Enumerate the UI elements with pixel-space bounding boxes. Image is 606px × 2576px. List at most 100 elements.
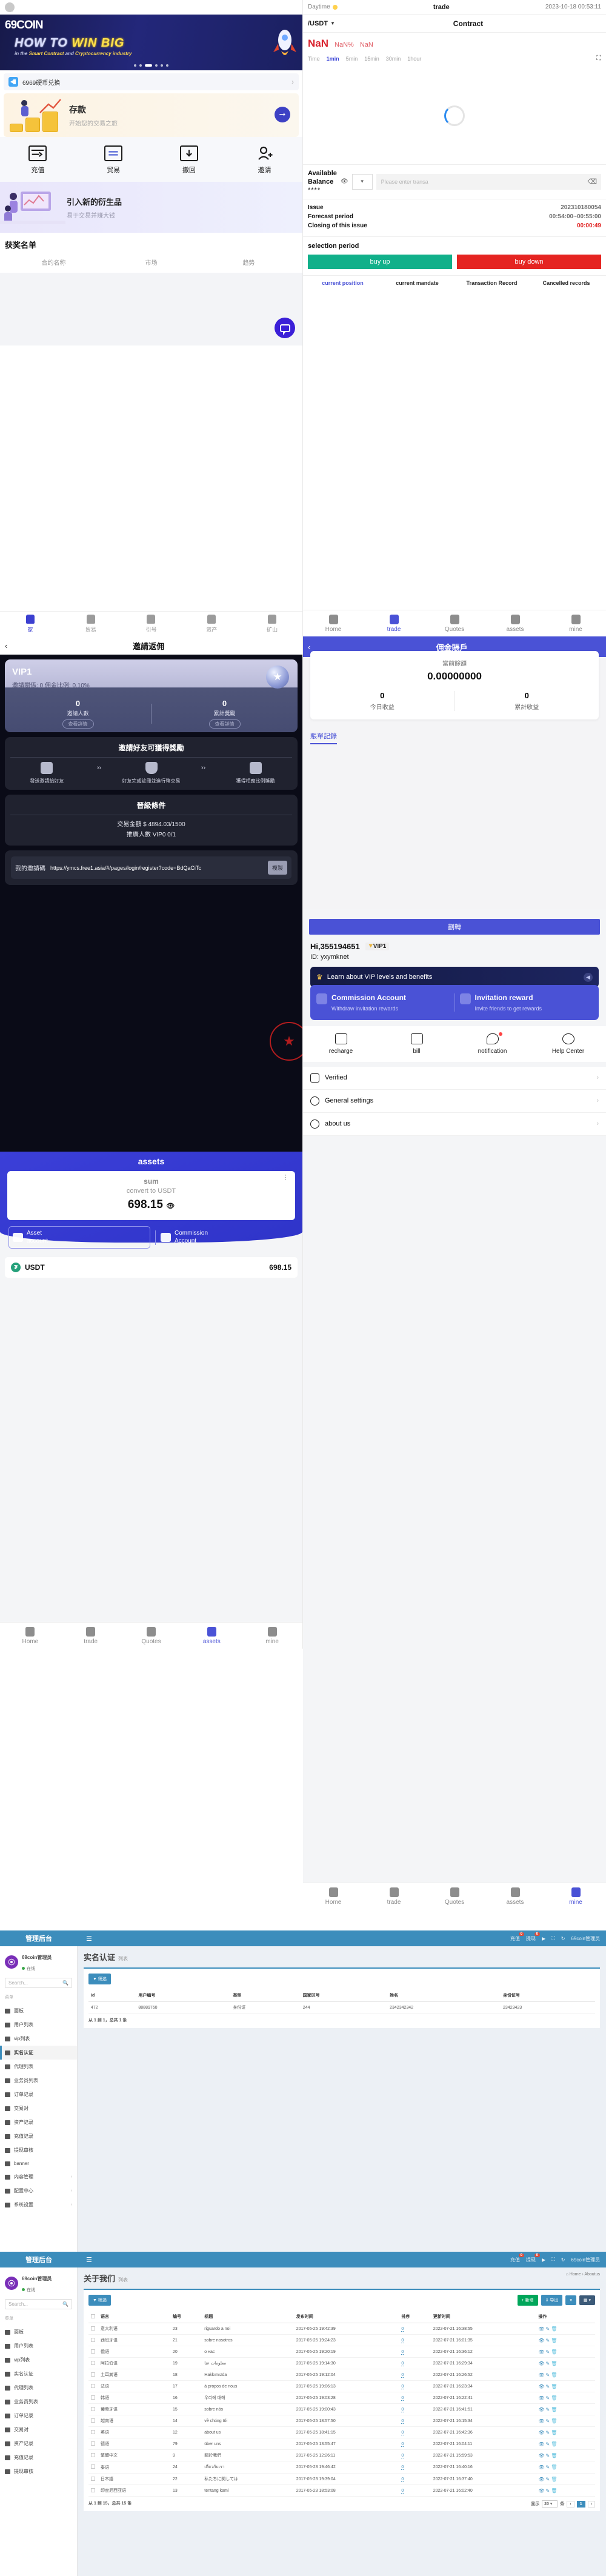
sun-icon[interactable]	[332, 4, 338, 10]
chevron-down-icon[interactable]: ▼	[330, 21, 335, 26]
edit-icon[interactable]: ✎	[546, 2338, 551, 2343]
admin-account[interactable]: 69coin管理员	[571, 1935, 600, 1942]
delete-icon[interactable]: 🗑	[551, 2430, 558, 2435]
fullscreen-icon[interactable]: ⛶	[551, 1935, 555, 1941]
sidebar-item-orders[interactable]: 订单记录	[0, 2087, 77, 2101]
pair-symbol[interactable]: /USDT	[308, 20, 328, 27]
view-icon[interactable]: 👁	[538, 2407, 545, 2412]
edit-icon[interactable]: ✎	[546, 2395, 551, 2401]
play-icon[interactable]: ▶	[542, 1936, 545, 1941]
buy-up-button[interactable]: buy up	[308, 254, 452, 269]
edit-icon[interactable]: ✎	[546, 2430, 551, 2435]
menu-toggle-icon[interactable]: ☰	[78, 1935, 101, 1943]
table-row[interactable]: 意大利语 23 riguardo a noi 2017-05-25 19:42:39 0…	[88, 2323, 595, 2335]
view-icon[interactable]: 👁	[538, 2453, 545, 2458]
quick-help-center[interactable]: Help Center	[530, 1033, 606, 1055]
nav-trade[interactable]: trade	[364, 1883, 424, 1909]
view-icon[interactable]: 👁	[538, 2464, 545, 2470]
cell-actions[interactable]: 👁✎🗑	[536, 2438, 595, 2450]
row-checkbox[interactable]	[91, 2326, 95, 2331]
admin-search-input[interactable]: Search... 🔍	[5, 1978, 72, 1988]
topbar-withdraw[interactable]: 提现 0	[526, 1932, 540, 1942]
cell-actions[interactable]: 👁✎🗑	[536, 2380, 595, 2392]
cell-select[interactable]	[88, 2357, 98, 2369]
nav-home[interactable]: Home	[0, 1623, 61, 1649]
nav-trade[interactable]: trade	[61, 1623, 121, 1649]
row-checkbox[interactable]	[91, 2488, 95, 2492]
refresh-icon[interactable]: ↻	[561, 1936, 565, 1941]
add-button[interactable]: + 新增	[517, 2295, 538, 2306]
delete-icon[interactable]: 🗑	[551, 2477, 558, 2482]
view-icon[interactable]: 👁	[538, 2372, 545, 2378]
edit-icon[interactable]: ✎	[546, 2372, 551, 2378]
tab-mine[interactable]: 矿山	[242, 612, 302, 636]
cell-select[interactable]	[88, 2426, 98, 2438]
sidebar-item-vip[interactable]: vip列表	[0, 2353, 77, 2367]
next-page-button[interactable]: ›	[587, 2500, 595, 2508]
breadcrumb-home[interactable]: Home	[570, 2272, 581, 2277]
view-icon[interactable]: 👁	[538, 2384, 545, 2389]
derivatives-promo-card[interactable]: 引入新的衍生品 易于交易并赚大钱	[0, 182, 302, 233]
delete-icon[interactable]: 🗑	[551, 2453, 558, 2458]
delete-icon[interactable]: 🗑	[551, 2338, 558, 2343]
nav-mine[interactable]: mine	[242, 1623, 302, 1649]
quick-bill[interactable]: bill	[379, 1033, 454, 1055]
cell-select[interactable]	[88, 2473, 98, 2485]
cell-actions[interactable]: 👁✎🗑	[536, 2415, 595, 2427]
cell-actions[interactable]: 👁✎🗑	[536, 2334, 595, 2346]
columns-toggle-icon[interactable]: ▦ ▾	[579, 2295, 595, 2305]
cell-select[interactable]	[88, 2323, 98, 2335]
sidebar-item-withdraw-review[interactable]: 提现审核	[0, 2143, 77, 2157]
table-row[interactable]: 韩语 16 우리에 대해 2017-05-25 19:03:28 0 2022-07-21…	[88, 2392, 595, 2404]
sidebar-item-withdraw-review[interactable]: 提现审核	[0, 2464, 77, 2478]
sort-value[interactable]: 0	[401, 2453, 404, 2458]
nav-mine[interactable]: mine	[545, 1883, 606, 1909]
edit-icon[interactable]: ✎	[546, 2464, 551, 2470]
edit-icon[interactable]: ✎	[546, 2453, 551, 2458]
table-row[interactable]: 英语 12 about us 2017-05-25 18:41:15 0 2022-07-…	[88, 2426, 595, 2438]
view-icon[interactable]: 👁	[538, 2338, 545, 2343]
eye-off-icon[interactable]: 👁	[341, 178, 348, 185]
eye-icon[interactable]: 👁	[166, 1203, 175, 1210]
view-icon[interactable]: 👁	[538, 2418, 545, 2424]
sidebar-item-config[interactable]: 配置中心 ‹	[0, 2184, 77, 2198]
sidebar-item-agents[interactable]: 代理列表	[0, 2060, 77, 2074]
cell-select[interactable]	[88, 2403, 98, 2415]
edit-icon[interactable]: ✎	[546, 2326, 551, 2332]
fullscreen-icon[interactable]: ⛶	[551, 2257, 555, 2263]
reward-details-button[interactable]: 查看詳情	[208, 719, 241, 729]
edit-icon[interactable]: ✎	[546, 2384, 551, 2389]
cell-actions[interactable]: 👁✎🗑	[536, 2484, 595, 2497]
sidebar-item-asset-records[interactable]: 资产记录	[0, 2437, 77, 2451]
tab-assets[interactable]: 资产	[181, 612, 242, 636]
nav-quotes[interactable]: Quotes	[121, 1623, 182, 1649]
row-checkbox[interactable]	[91, 2476, 95, 2481]
quick-notification[interactable]: notification	[454, 1032, 530, 1055]
cell-select[interactable]	[88, 2484, 98, 2497]
topbar-recharge[interactable]: 充值 0	[510, 2253, 524, 2263]
delete-icon[interactable]: 🗑	[551, 2407, 558, 2412]
tab-home[interactable]: 家	[0, 612, 61, 636]
prev-page-button[interactable]: ‹	[567, 2500, 574, 2508]
nav-assets[interactable]: assets	[181, 1623, 242, 1649]
timeframe-1min[interactable]: 1min	[327, 56, 339, 62]
view-icon[interactable]: 👁	[538, 2477, 545, 2482]
invitation-reward-card[interactable]: Invitation reward Invite friends to get r…	[459, 992, 593, 1013]
delete-icon[interactable]: 🗑	[551, 2488, 558, 2494]
cell-select[interactable]	[88, 2449, 98, 2461]
delete-icon[interactable]: 🗑	[551, 2395, 558, 2401]
row-checkbox[interactable]	[91, 2418, 95, 2423]
nav-home[interactable]: Home	[303, 610, 364, 636]
tab-current-mandate[interactable]: current mandate	[380, 280, 454, 287]
quick-action-recharge[interactable]: 充值	[0, 145, 76, 175]
sidebar-item-salesmen[interactable]: 业务员列表	[0, 2395, 77, 2409]
menu-item-general-settings[interactable]: General settings ›	[303, 1090, 606, 1113]
topbar-recharge[interactable]: 充值 0	[510, 1932, 524, 1942]
amount-input[interactable]: Please enter transa ⌫	[376, 173, 601, 190]
timeframe-15min[interactable]: 15min	[364, 56, 379, 62]
deposit-card[interactable]: 存款 开始您的交易之旅 ➞	[4, 93, 299, 137]
delete-icon[interactable]: 🗑	[551, 2441, 558, 2447]
view-icon[interactable]: 👁	[538, 2326, 545, 2332]
view-icon[interactable]: 👁	[538, 2361, 545, 2366]
commission-account-button[interactable]: Commission Account	[161, 1230, 294, 1245]
